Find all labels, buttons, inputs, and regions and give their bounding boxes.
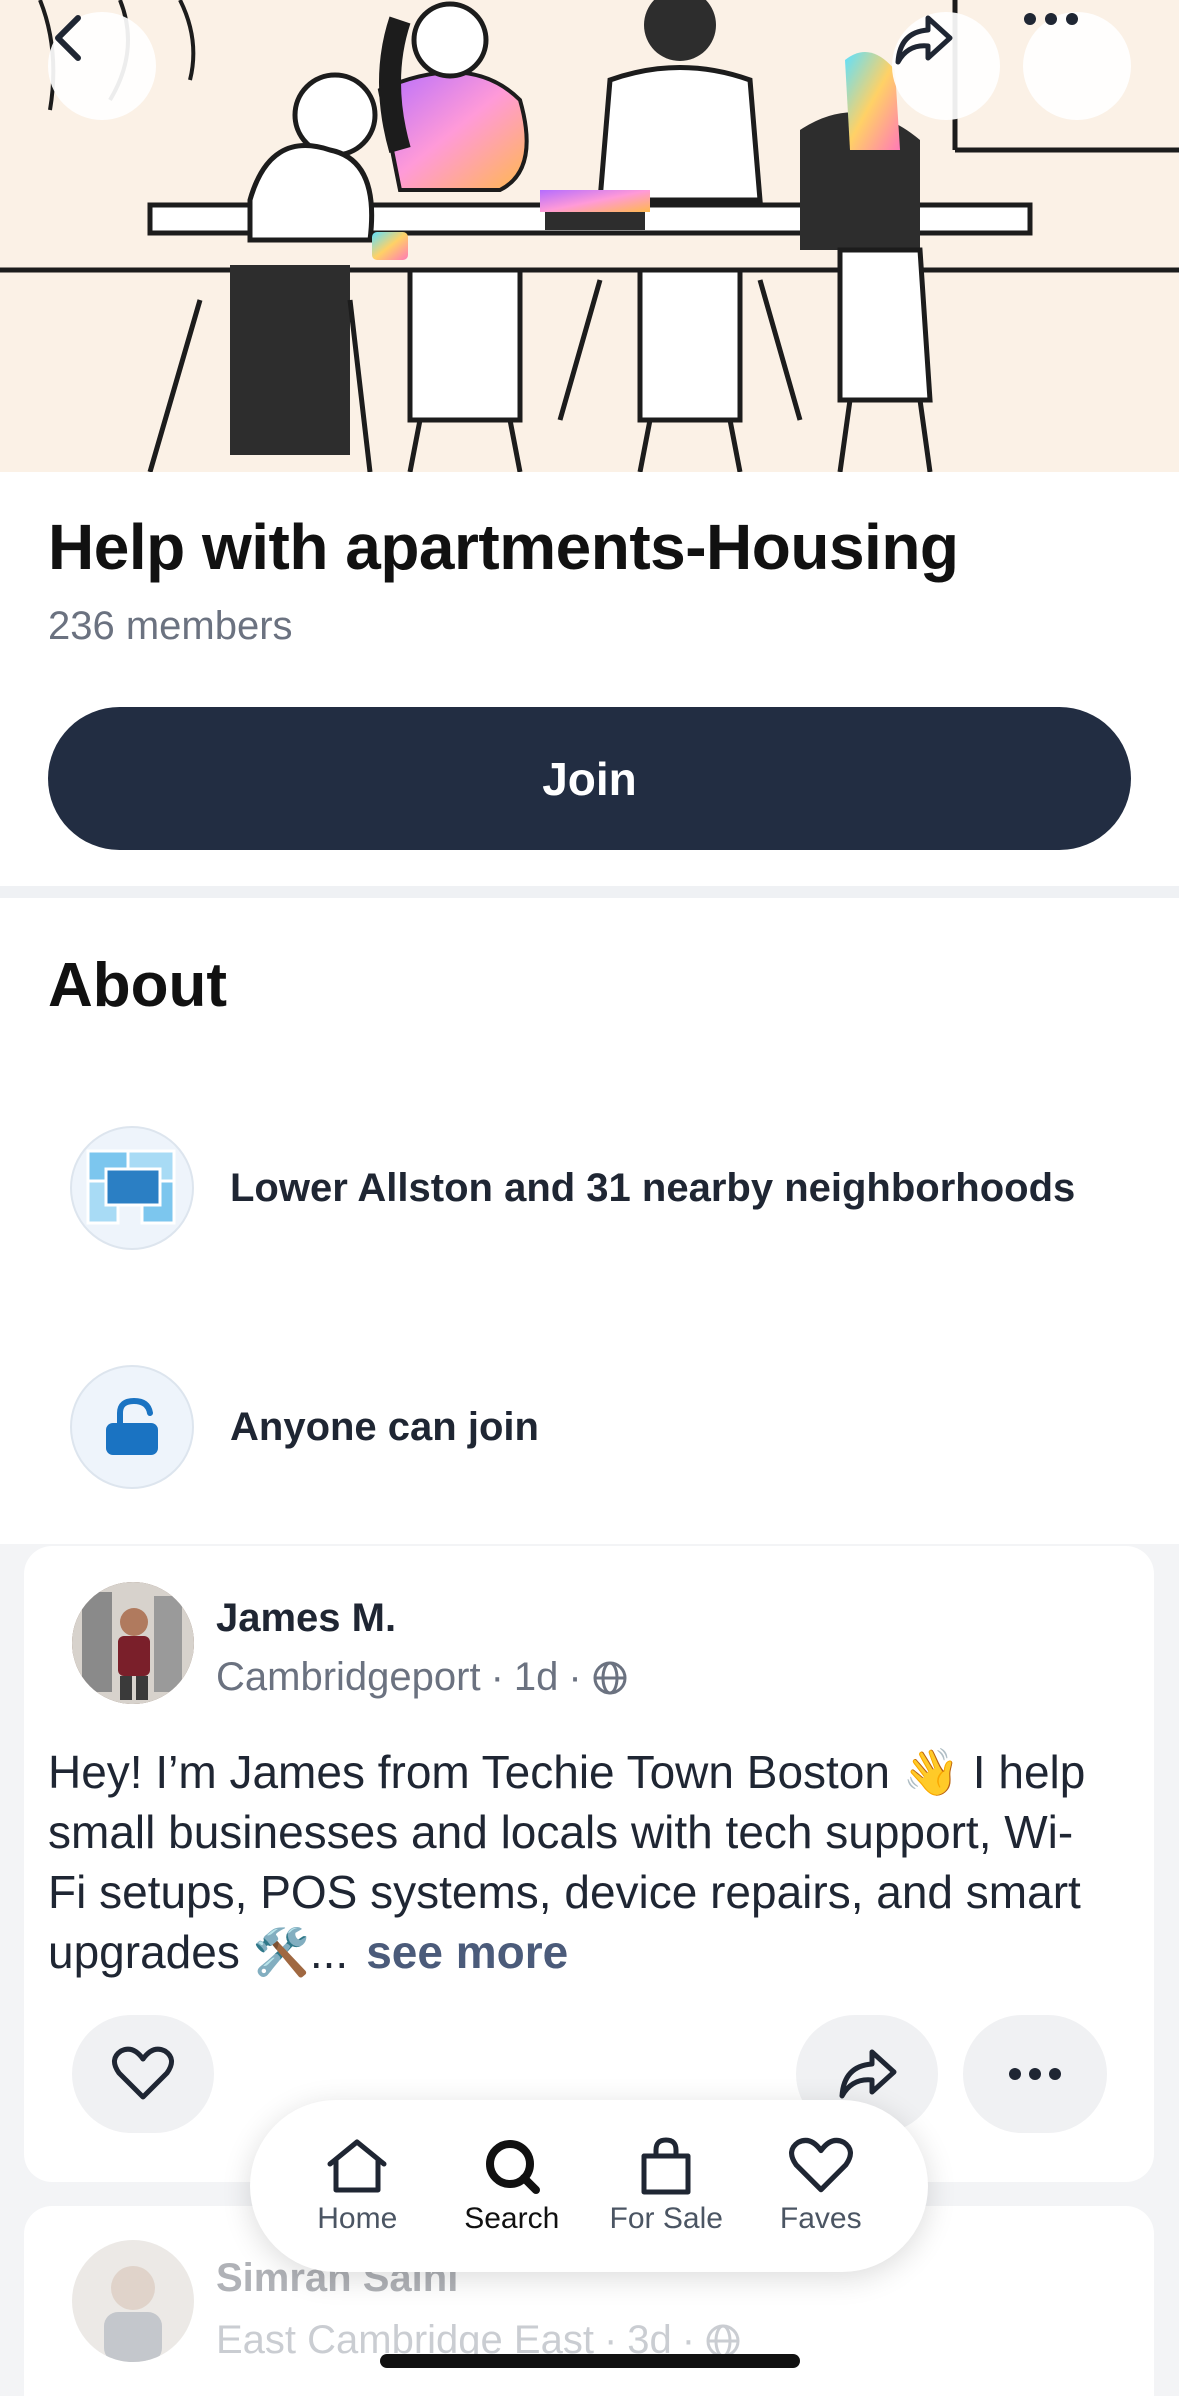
people-at-table-illustration (0, 0, 1179, 472)
about-item-neighborhoods[interactable]: Lower Allston and 31 nearby neighborhood… (70, 1126, 1130, 1250)
tab-search[interactable]: Search (437, 2136, 587, 2236)
tab-label: For Sale (609, 2202, 723, 2235)
globe-icon (593, 1661, 627, 1694)
post-author[interactable]: James M. (216, 1596, 396, 1641)
more-horizontal-icon (1009, 2068, 1061, 2080)
like-button[interactable] (72, 2015, 214, 2133)
share-icon (895, 15, 953, 65)
heart-icon (788, 2137, 853, 2193)
group-title: Help with apartments-Housing (48, 511, 959, 583)
unlock-icon (70, 1365, 194, 1489)
about-heading: About (48, 951, 228, 1020)
avatar[interactable] (72, 2240, 194, 2362)
tab-for-sale[interactable]: For Sale (591, 2136, 741, 2236)
tab-home[interactable]: Home (282, 2136, 432, 2236)
about-item-join-policy: Anyone can join (70, 1365, 1130, 1489)
share-button[interactable] (892, 12, 1000, 120)
chevron-left-icon (55, 15, 81, 61)
post-more-button[interactable] (963, 2015, 1107, 2133)
cover-illustration (0, 0, 1179, 472)
home-indicator[interactable] (380, 2354, 800, 2368)
bottom-tab-bar: Home Search For Sale Faves (250, 2100, 928, 2272)
tab-label: Home (317, 2202, 398, 2235)
home-icon (327, 2139, 387, 2193)
meta-separator: · (568, 1655, 582, 1699)
back-button[interactable] (48, 12, 156, 120)
about-neighborhoods-text: Lower Allston and 31 nearby neighborhood… (230, 1165, 1076, 1210)
meta-separator: · (490, 1655, 504, 1699)
tab-faves[interactable]: Faves (746, 2136, 896, 2236)
tab-label: Faves (779, 2202, 862, 2235)
search-icon (485, 2140, 540, 2194)
avatar[interactable] (72, 1582, 194, 1704)
section-divider (0, 886, 1179, 898)
see-more-link[interactable]: see more (366, 1926, 568, 1978)
map-icon (70, 1126, 194, 1250)
about-join-policy-text: Anyone can join (230, 1404, 539, 1449)
member-count[interactable]: 236 members (48, 604, 293, 649)
post-neighborhood[interactable]: Cambridgeport (216, 1655, 481, 1700)
join-button[interactable]: Join (48, 707, 1131, 850)
share-icon (839, 2049, 897, 2099)
tab-label: Search (464, 2202, 560, 2235)
more-options-button[interactable] (1023, 12, 1131, 120)
shopping-bag-icon (641, 2137, 691, 2195)
post-meta: Cambridgeport · 1d · (216, 1655, 628, 1700)
post-time: 1d (513, 1655, 559, 1699)
heart-icon (112, 2046, 174, 2100)
more-horizontal-icon (1024, 13, 1078, 25)
post-body[interactable]: Hey! I’m James from Techie Town Boston 👋… (48, 1742, 1108, 1982)
